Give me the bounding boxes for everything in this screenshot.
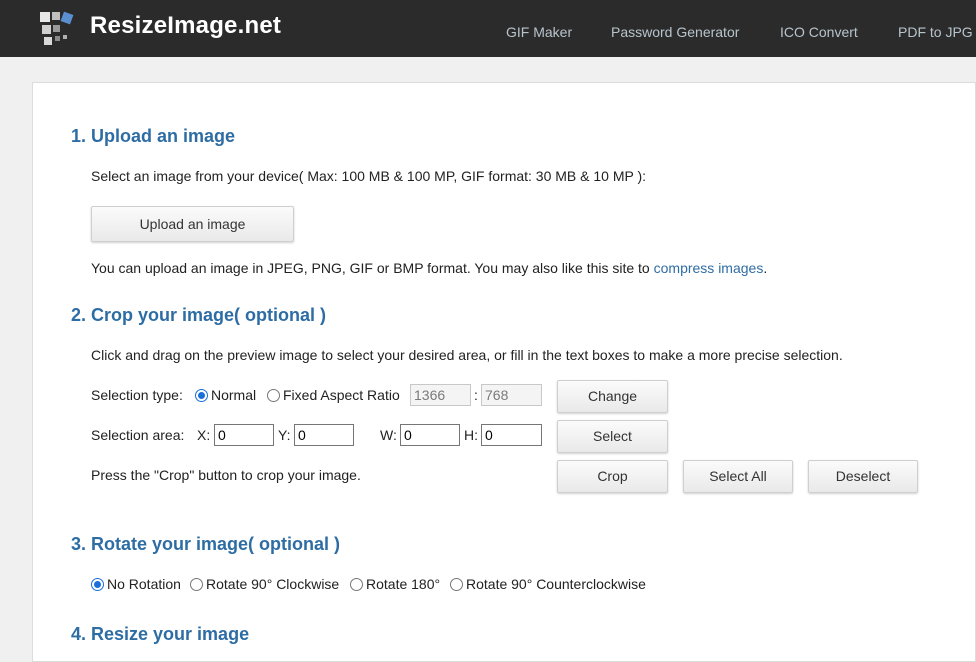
radio-no-rotation[interactable]: No Rotation bbox=[91, 576, 181, 592]
radio-rotate-180-indicator[interactable] bbox=[350, 577, 363, 591]
compress-images-link[interactable]: compress images bbox=[654, 260, 764, 276]
radio-rotate-180-label: Rotate 180° bbox=[366, 576, 441, 592]
x-input[interactable] bbox=[214, 424, 274, 446]
w-label: W: bbox=[380, 427, 397, 443]
x-label: X: bbox=[197, 427, 211, 443]
upload-image-button[interactable]: Upload an image bbox=[91, 206, 294, 242]
radio-rotate-90-cw-label: Rotate 90° Clockwise bbox=[206, 576, 340, 592]
w-input[interactable] bbox=[400, 424, 460, 446]
aspect-ratio-width-input[interactable] bbox=[410, 384, 471, 406]
upload-format-note-text: You can upload an image in JPEG, PNG, GI… bbox=[91, 260, 654, 276]
top-navigation-bar: ResizeImage.net GIF Maker Password Gener… bbox=[0, 0, 976, 57]
radio-fixed-aspect-ratio-label: Fixed Aspect Ratio bbox=[283, 387, 400, 403]
radio-rotate-90-ccw-indicator[interactable] bbox=[450, 577, 463, 591]
upload-instruction: Select an image from your device( Max: 1… bbox=[91, 168, 647, 184]
section-resize-title: 4. Resize your image bbox=[71, 624, 250, 644]
radio-rotate-180[interactable]: Rotate 180° bbox=[350, 576, 440, 592]
upload-format-note-end: . bbox=[763, 260, 768, 276]
nav-gif-maker[interactable]: GIF Maker bbox=[506, 24, 572, 40]
radio-normal[interactable]: Normal bbox=[195, 387, 256, 403]
radio-rotate-90-cw-indicator[interactable] bbox=[190, 577, 203, 591]
nav-password-generator[interactable]: Password Generator bbox=[611, 24, 739, 40]
brand-name[interactable]: ResizeImage.net bbox=[90, 12, 281, 40]
select-button[interactable]: Select bbox=[557, 420, 668, 453]
y-input[interactable] bbox=[294, 424, 354, 446]
crop-instruction: Click and drag on the preview image to s… bbox=[91, 347, 843, 363]
h-label: H: bbox=[464, 427, 478, 443]
section-rotate-title: 3. Rotate your image( optional ) bbox=[71, 534, 341, 554]
change-button[interactable]: Change bbox=[557, 380, 668, 413]
radio-rotate-90-cw[interactable]: Rotate 90° Clockwise bbox=[190, 576, 339, 592]
selection-area-label: Selection area: bbox=[91, 427, 185, 443]
radio-no-rotation-label: No Rotation bbox=[107, 576, 181, 592]
y-label: Y: bbox=[278, 427, 291, 443]
section-upload-title: 1. Upload an image bbox=[71, 126, 236, 146]
upload-format-note: You can upload an image in JPEG, PNG, GI… bbox=[91, 260, 767, 276]
radio-fixed-aspect-ratio[interactable]: Fixed Aspect Ratio bbox=[267, 387, 400, 403]
section-crop-title: 2. Crop your image( optional ) bbox=[71, 305, 327, 325]
deselect-button[interactable]: Deselect bbox=[808, 460, 918, 493]
radio-rotate-90-ccw-label: Rotate 90° Counterclockwise bbox=[466, 576, 646, 592]
radio-rotate-90-ccw[interactable]: Rotate 90° Counterclockwise bbox=[450, 576, 646, 592]
resizeimage-logo-icon[interactable] bbox=[38, 9, 80, 51]
radio-fixed-aspect-ratio-indicator[interactable] bbox=[267, 388, 280, 402]
aspect-ratio-height-input[interactable] bbox=[481, 384, 542, 406]
crop-note: Press the "Crop" button to crop your ima… bbox=[91, 467, 361, 483]
crop-button[interactable]: Crop bbox=[557, 460, 668, 493]
nav-ico-convert[interactable]: ICO Convert bbox=[780, 24, 858, 40]
radio-normal-label: Normal bbox=[211, 387, 257, 403]
radio-normal-indicator[interactable] bbox=[195, 388, 208, 402]
radio-no-rotation-indicator[interactable] bbox=[91, 577, 104, 591]
select-all-button[interactable]: Select All bbox=[683, 460, 793, 493]
h-input[interactable] bbox=[481, 424, 542, 446]
selection-type-label: Selection type: bbox=[91, 387, 183, 403]
aspect-ratio-separator: : bbox=[474, 387, 478, 403]
nav-pdf-to-jpg[interactable]: PDF to JPG bbox=[898, 24, 973, 40]
